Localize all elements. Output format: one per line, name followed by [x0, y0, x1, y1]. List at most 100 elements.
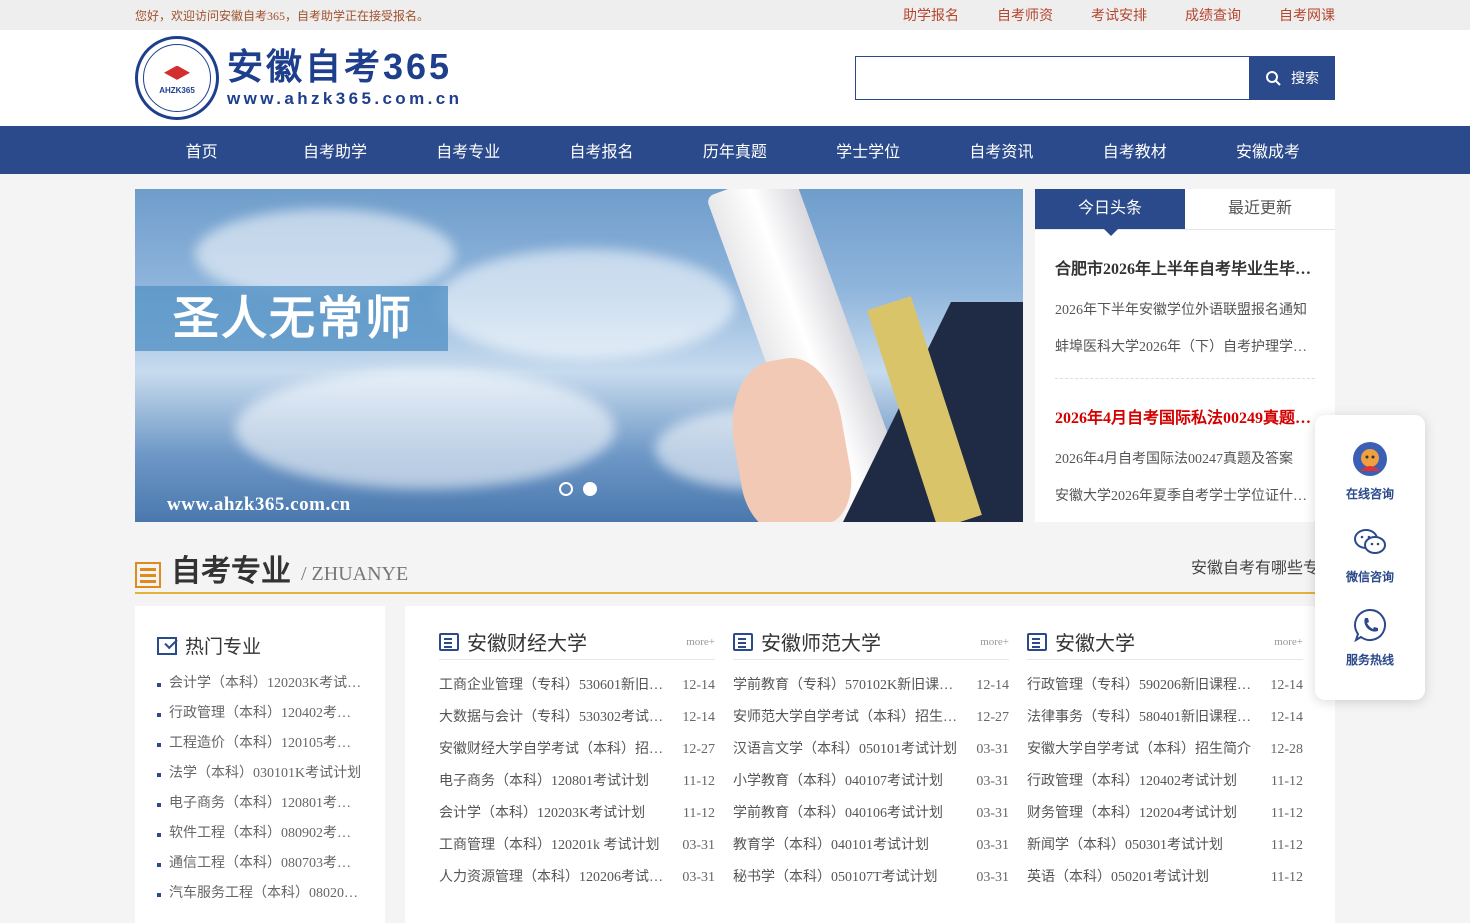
- item-date: 03-31: [976, 806, 1009, 821]
- university-panel: 安徽财经大学 more+ 工商企业管理（专科）530601新旧课程对照表 12-1…: [405, 606, 1335, 923]
- item-date: 03-31: [976, 774, 1009, 789]
- news-headline-1[interactable]: 合肥市2026年上半年自考毕业生毕业证书领取通知: [1055, 255, 1315, 279]
- item-date: 12-28: [1270, 742, 1303, 757]
- tab-recent-updates[interactable]: 最近更新: [1185, 189, 1335, 229]
- university-title: 安徽师范大学: [761, 633, 881, 655]
- list-item[interactable]: 安师范大学自学考试（本科）招生简介 12-27: [733, 702, 1009, 734]
- news-panel: 今日头条 最近更新 合肥市2026年上半年自考毕业生毕业证书领取通知 2026年…: [1035, 189, 1335, 522]
- news-headline-2[interactable]: 2026年4月自考国际私法00249真题及答案: [1055, 404, 1315, 428]
- site-logo[interactable]: AHZK365 安徽自考365 www.ahzk365.com.cn: [135, 36, 462, 120]
- list-item[interactable]: 大数据与会计（专科）530302考试计划 12-14: [439, 702, 715, 734]
- top-link-scores[interactable]: 成绩查询: [1185, 5, 1241, 25]
- tab-today-headlines[interactable]: 今日头条: [1035, 189, 1185, 236]
- list-item[interactable]: 行政管理（本科）120402考试计划 11-12: [1027, 766, 1303, 798]
- service-hotline-button[interactable]: 服务热线: [1346, 607, 1394, 668]
- banner-carousel[interactable]: 圣人无常师 www.ahzk365.com.cn: [135, 189, 1023, 522]
- hot-major-item[interactable]: 法学（本科）030101K考试计划: [157, 759, 363, 789]
- top-link-schedule[interactable]: 考试安排: [1091, 5, 1147, 25]
- list-item[interactable]: 人力资源管理（本科）120206考试计划 03-31: [439, 862, 715, 894]
- news-item[interactable]: 蚌埠医科大学2026年（下）自考护理学学位申请: [1055, 336, 1315, 356]
- item-date: 03-31: [682, 838, 715, 853]
- list-item[interactable]: 英语（本科）050201考试计划 11-12: [1027, 862, 1303, 894]
- logo-title: 安徽自考365: [227, 46, 453, 87]
- item-date: 03-31: [976, 870, 1009, 885]
- list-item[interactable]: 工商企业管理（专科）530601新旧课程对照表 12-14: [439, 670, 715, 702]
- item-date: 12-14: [682, 678, 715, 693]
- logo-seal-icon: AHZK365: [135, 36, 219, 120]
- item-date: 12-27: [976, 710, 1009, 725]
- section-right-link[interactable]: 安徽自考有哪些专业: [1191, 554, 1317, 578]
- hot-major-item[interactable]: 汽车服务工程（本科）080208考试计划: [157, 879, 363, 909]
- search-button[interactable]: 搜索: [1249, 56, 1335, 100]
- list-item[interactable]: 汉语言文学（本科）050101考试计划 03-31: [733, 734, 1009, 766]
- top-link-online-course[interactable]: 自考网课: [1279, 5, 1335, 25]
- item-date: 12-14: [976, 678, 1009, 693]
- banner-slogan: 圣人无常师: [135, 286, 448, 351]
- list-item[interactable]: 安徽大学自学考试（本科）招生简介 12-28: [1027, 734, 1303, 766]
- news-item[interactable]: 2026年4月自考国际法00247真题及答案: [1055, 448, 1315, 468]
- nav-registration[interactable]: 自考报名: [535, 138, 668, 162]
- list-item[interactable]: 法律事务（专科）580401新旧课程对照表 12-14: [1027, 702, 1303, 734]
- item-title: 学前教育（本科）040106考试计划: [733, 806, 943, 821]
- item-title: 财务管理（本科）120204考试计划: [1027, 806, 1237, 821]
- hot-major-item[interactable]: 通信工程（本科）080703考试计划: [157, 849, 363, 879]
- search-input[interactable]: [855, 56, 1249, 100]
- more-link[interactable]: more+: [1274, 636, 1303, 648]
- list-item[interactable]: 学前教育（本科）040106考试计划 03-31: [733, 798, 1009, 830]
- item-date: 03-31: [682, 870, 715, 885]
- hot-major-item[interactable]: 软件工程（本科）080902考试计划: [157, 819, 363, 849]
- list-item[interactable]: 财务管理（本科）120204考试计划 11-12: [1027, 798, 1303, 830]
- nav-news[interactable]: 自考资讯: [935, 138, 1068, 162]
- item-title: 人力资源管理（本科）120206考试计划: [439, 870, 665, 885]
- hot-major-item[interactable]: 会计学（本科）120203K考试计划: [157, 669, 363, 699]
- more-link[interactable]: more+: [980, 636, 1009, 648]
- online-consult-button[interactable]: 在线咨询: [1346, 441, 1394, 502]
- list-item[interactable]: 小学教育（本科）040107考试计划 03-31: [733, 766, 1009, 798]
- carousel-dot-1[interactable]: [559, 482, 573, 496]
- item-title: 大数据与会计（专科）530302考试计划: [439, 710, 665, 725]
- news-item[interactable]: 安徽大学2026年夏季自考学士学位证什么时候发: [1055, 485, 1315, 505]
- document-icon: [1027, 632, 1047, 651]
- document-icon: [733, 632, 753, 651]
- search-bar: 搜索: [855, 56, 1335, 100]
- list-item[interactable]: 电子商务（本科）120801考试计划 11-12: [439, 766, 715, 798]
- list-item[interactable]: 学前教育（专科）570102K新旧课程对照表 12-14: [733, 670, 1009, 702]
- seal-text: AHZK365: [159, 85, 195, 95]
- university-title: 安徽大学: [1055, 633, 1135, 655]
- item-date: 11-12: [1270, 774, 1303, 789]
- hot-majors-panel: 热门专业 会计学（本科）120203K考试计划 行政管理（本科）120402考试…: [135, 606, 385, 923]
- item-title: 行政管理（本科）120402考试计划: [1027, 774, 1237, 789]
- news-item[interactable]: 2026年下半年安徽学位外语联盟报名通知: [1055, 299, 1315, 319]
- more-link[interactable]: more+: [686, 636, 715, 648]
- nav-past-exams[interactable]: 历年真题: [668, 138, 801, 162]
- hot-major-item[interactable]: 电子商务（本科）120801考试计划: [157, 789, 363, 819]
- nav-majors[interactable]: 自考专业: [402, 138, 535, 162]
- top-link-enroll[interactable]: 助学报名: [903, 5, 959, 25]
- item-title: 安徽财经大学自学考试（本科）招生简介: [439, 742, 665, 757]
- customer-service-icon: [1352, 442, 1387, 476]
- nav-bachelor-degree[interactable]: 学士学位: [801, 138, 934, 162]
- section-title: 自考专业: [171, 555, 291, 588]
- main-nav: 首页 自考助学 自考专业 自考报名 历年真题 学士学位 自考资讯 自考教材 安徽…: [0, 126, 1470, 174]
- list-item[interactable]: 安徽财经大学自学考试（本科）招生简介 12-27: [439, 734, 715, 766]
- hot-major-item[interactable]: 工程造价（本科）120105考试计划: [157, 729, 363, 759]
- list-item[interactable]: 工商管理（本科）120201k 考试计划 03-31: [439, 830, 715, 862]
- carousel-dot-2[interactable]: [583, 482, 597, 496]
- nav-study-aid[interactable]: 自考助学: [268, 138, 401, 162]
- list-item[interactable]: 教育学（本科）040101考试计划 03-31: [733, 830, 1009, 862]
- wechat-icon: [1353, 529, 1386, 554]
- nav-textbooks[interactable]: 自考教材: [1068, 138, 1201, 162]
- top-link-teachers[interactable]: 自考师资: [997, 5, 1053, 25]
- list-item[interactable]: 新闻学（本科）050301考试计划 11-12: [1027, 830, 1303, 862]
- item-title: 安徽大学自学考试（本科）招生简介: [1027, 742, 1251, 757]
- list-item[interactable]: 会计学（本科）120203K考试计划 11-12: [439, 798, 715, 830]
- hot-major-item[interactable]: 行政管理（本科）120402考试计划: [157, 699, 363, 729]
- wechat-consult-button[interactable]: 微信咨询: [1346, 524, 1394, 585]
- list-item[interactable]: 秘书学（本科）050107T考试计划 03-31: [733, 862, 1009, 894]
- list-item[interactable]: 行政管理（专科）590206新旧课程对照表 12-14: [1027, 670, 1303, 702]
- checkbox-icon: [157, 636, 177, 655]
- nav-adult-exam[interactable]: 安徽成考: [1201, 138, 1334, 162]
- nav-home[interactable]: 首页: [135, 138, 268, 162]
- item-title: 秘书学（本科）050107T考试计划: [733, 870, 938, 885]
- top-links: 助学报名 自考师资 考试安排 成绩查询 自考网课: [865, 5, 1335, 25]
